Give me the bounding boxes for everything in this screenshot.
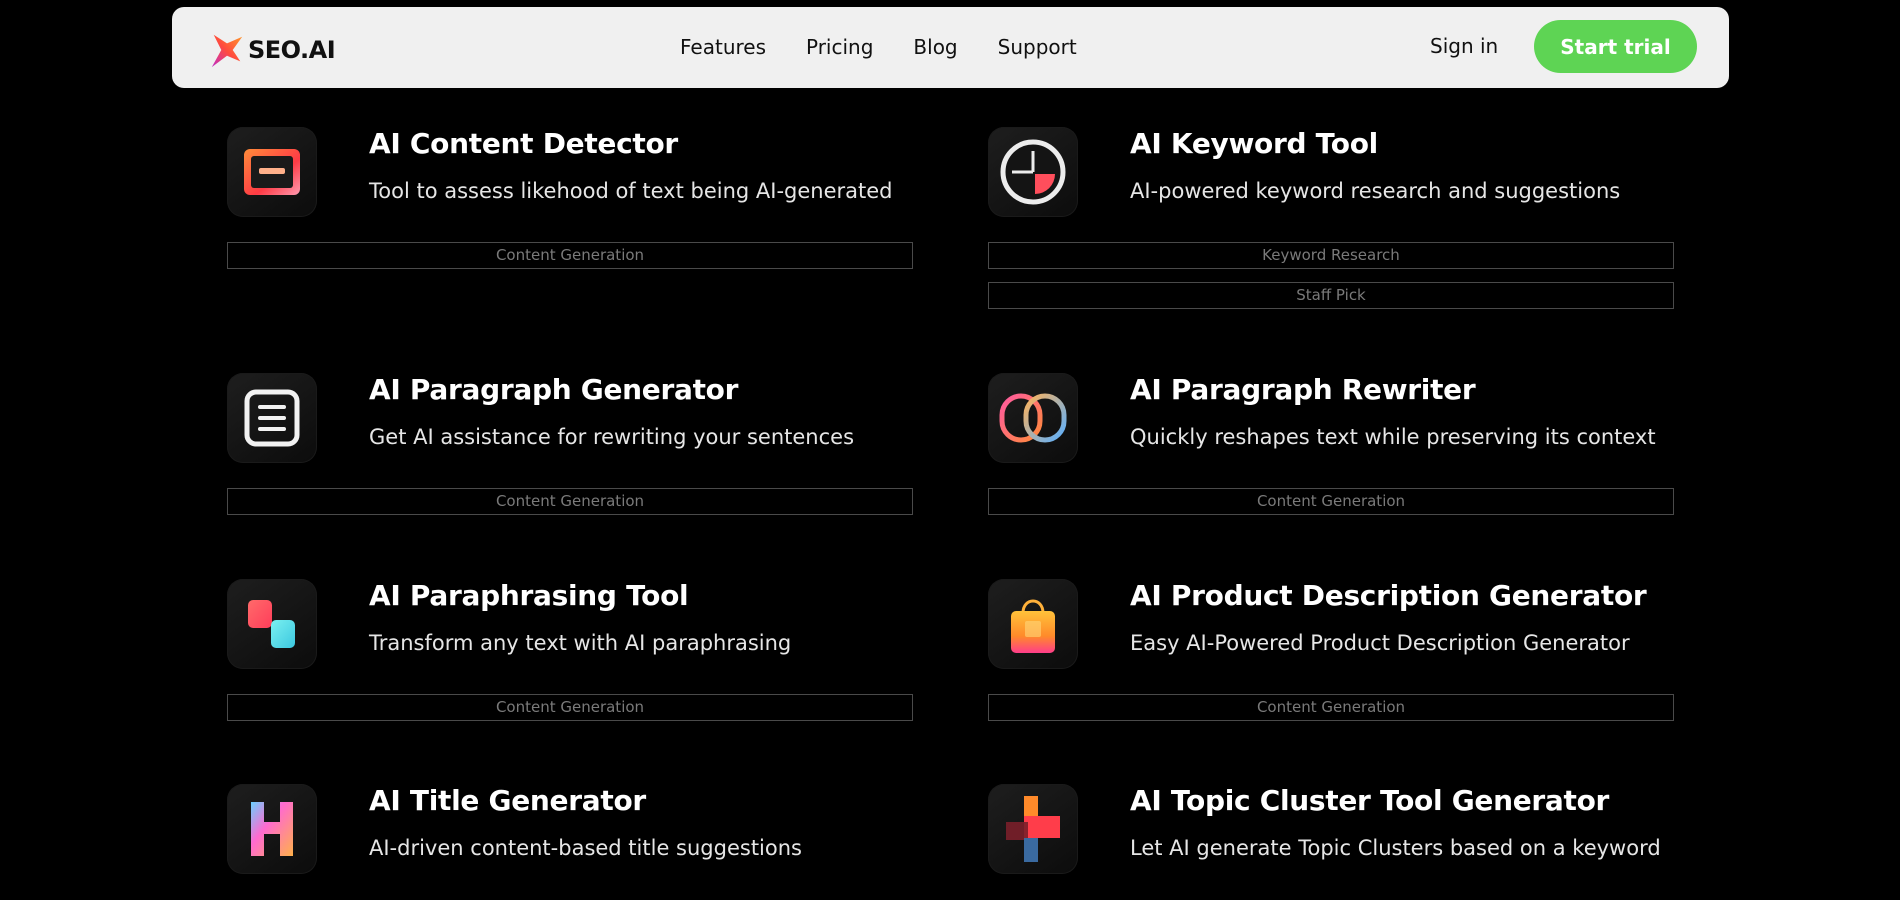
tool-description: Get AI assistance for rewriting your sen… — [369, 425, 855, 449]
nav-link-blog[interactable]: Blog — [913, 35, 957, 59]
tag-content-generation[interactable]: Content Generation — [227, 694, 913, 721]
sign-in-link[interactable]: Sign in — [1430, 34, 1498, 58]
tool-description: AI-driven content-based title suggestion… — [369, 836, 802, 860]
tool-title: AI Paragraph Generator — [369, 373, 739, 406]
tool-title: AI Paragraph Rewriter — [1130, 373, 1476, 406]
tool-description: Quickly reshapes text while preserving i… — [1130, 425, 1656, 449]
tool-description: Let AI generate Topic Clusters based on … — [1130, 836, 1661, 860]
tool-description: AI-powered keyword research and suggesti… — [1130, 179, 1621, 203]
letter-h-icon — [227, 784, 317, 874]
nav-link-features[interactable]: Features — [680, 35, 766, 59]
tool-title: AI Keyword Tool — [1130, 127, 1378, 160]
tool-title: AI Title Generator — [369, 784, 646, 817]
topic-cluster-icon — [988, 784, 1078, 874]
nav-links: Features Pricing Blog Support — [680, 35, 1077, 59]
tag-content-generation[interactable]: Content Generation — [227, 488, 913, 515]
tag-keyword-research[interactable]: Keyword Research — [988, 242, 1674, 269]
start-trial-button[interactable]: Start trial — [1534, 20, 1697, 73]
keyword-pie-icon — [988, 127, 1078, 217]
top-navbar: SEO.AI Features Pricing Blog Support Sig… — [172, 7, 1729, 88]
tool-description: Tool to assess likehood of text being AI… — [369, 179, 893, 203]
content-detector-icon — [227, 127, 317, 217]
logo-text: SEO.AI — [248, 36, 336, 64]
tag-staff-pick[interactable]: Staff Pick — [988, 282, 1674, 309]
tag-content-generation[interactable]: Content Generation — [988, 488, 1674, 515]
seo-ai-logo[interactable]: SEO.AI — [208, 31, 336, 69]
tag-content-generation[interactable]: Content Generation — [988, 694, 1674, 721]
tool-title: AI Topic Cluster Tool Generator — [1130, 784, 1610, 817]
paraphrase-squares-icon — [227, 579, 317, 669]
tool-title: AI Product Description Generator — [1130, 579, 1647, 612]
logo-star-icon — [211, 34, 243, 68]
tag-content-generation[interactable]: Content Generation — [227, 242, 913, 269]
nav-link-support[interactable]: Support — [998, 35, 1077, 59]
nav-link-pricing[interactable]: Pricing — [806, 35, 873, 59]
interlocking-rings-icon — [988, 373, 1078, 463]
tool-description: Easy AI-Powered Product Description Gene… — [1130, 631, 1630, 655]
shopping-bag-icon — [988, 579, 1078, 669]
tool-title: AI Content Detector — [369, 127, 678, 160]
tool-description: Transform any text with AI paraphrasing — [369, 631, 792, 655]
paragraph-document-icon — [227, 373, 317, 463]
tool-title: AI Paraphrasing Tool — [369, 579, 689, 612]
